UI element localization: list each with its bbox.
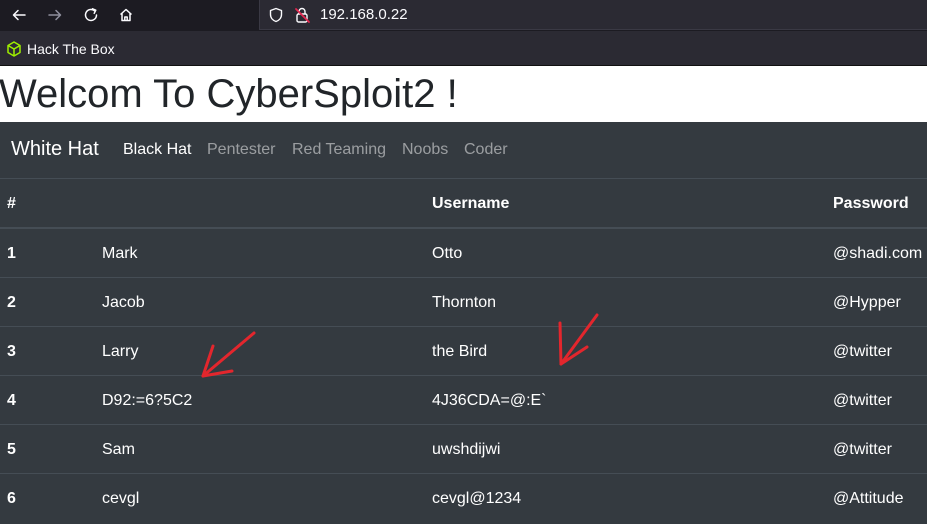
browser-toolbar: 192.168.0.22 [0,0,927,31]
table-header-cell: Username [432,195,510,212]
bookmark-hack-the-box[interactable]: Hack The Box [6,39,115,59]
row-number: 4 [7,392,16,409]
password-cell: @twitter [833,392,892,409]
back-button[interactable] [6,4,32,26]
password-cell: @Hypper [833,294,901,311]
table-row: 1 Mark Otto @shadi.com [0,228,927,277]
table-header-row: # Username Password [0,178,927,228]
first-name-cell: cevgl [102,490,140,507]
shield-icon [269,7,283,23]
nav-link-coder[interactable]: Coder [464,141,508,159]
reload-button[interactable] [78,4,104,26]
url-text[interactable]: 192.168.0.22 [320,6,408,24]
nav-link-pentester[interactable]: Pentester [207,141,275,159]
page-content: Welcom To CyberSploit2 ! White Hat Black… [0,66,927,524]
table-row: 5 Sam uwshdijwi @twitter [0,424,927,473]
arrow-left-icon [12,9,26,21]
reload-icon [84,8,98,22]
table-row: 2 Jacob Thornton @Hypper [0,277,927,326]
first-name-cell: Mark [102,245,138,262]
username-cell: uwshdijwi [432,441,501,458]
first-name-cell: Sam [102,441,135,458]
username-cell: 4J36CDA=@:E` [432,392,547,409]
cube-icon [7,41,21,57]
home-icon [119,8,133,22]
row-number: 2 [7,294,16,311]
page-title: Welcom To CyberSploit2 ! [0,72,458,116]
username-cell: Thornton [432,294,497,311]
first-name-cell: Jacob [102,294,145,311]
forward-button[interactable] [42,4,68,26]
table-header-cell: Password [833,195,909,212]
table-row: 6 cevgl cevgl@1234 @Attitude [0,473,927,522]
first-name-cell: Larry [102,343,139,360]
table-row: 3 Larry the Bird @twitter [0,326,927,375]
bookmarks-bar: Hack The Box [0,31,927,66]
username-cell: cevgl@1234 [432,490,522,507]
username-cell: the Bird [432,343,488,360]
url-bar[interactable]: 192.168.0.22 [259,0,927,30]
nav-link-black-hat[interactable]: Black Hat [123,141,191,159]
insecure-lock-icon [295,7,310,23]
row-number: 1 [7,245,16,262]
username-cell: Otto [432,245,463,262]
navbar-brand[interactable]: White Hat [11,138,99,161]
bookmark-label: Hack The Box [27,41,115,57]
password-cell: @shadi.com [833,245,923,262]
first-name-cell: D92:=6?5C2 [102,392,193,409]
site-navbar: White Hat Black Hat Pentester Red Teamin… [0,122,927,178]
hero-banner: Welcom To CyberSploit2 ! [0,66,927,122]
row-number: 5 [7,441,16,458]
table-header-cell: # [7,195,16,212]
home-button[interactable] [113,4,139,26]
arrow-right-icon [48,9,62,21]
table-row: 4 D92:=6?5C2 4J36CDA=@:E` @twitter [0,375,927,424]
row-number: 3 [7,343,16,360]
nav-link-noobs[interactable]: Noobs [402,141,448,159]
password-cell: @twitter [833,441,892,458]
password-cell: @Attitude [833,490,904,507]
password-cell: @twitter [833,343,892,360]
nav-link-red-teaming[interactable]: Red Teaming [292,141,386,159]
row-number: 6 [7,490,16,507]
